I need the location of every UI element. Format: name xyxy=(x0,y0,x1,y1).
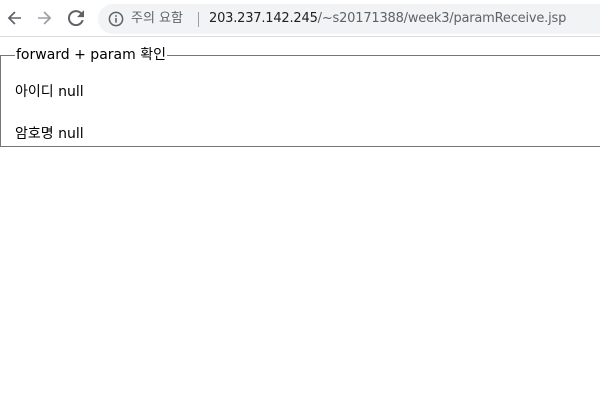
fieldset-legend: forward + param 확인 xyxy=(16,47,166,63)
security-status-label[interactable]: 주의 요함 xyxy=(131,10,183,28)
url-host: 203.237.142.245 xyxy=(209,11,318,26)
password-line: 암호명 null xyxy=(15,125,84,143)
reload-button[interactable] xyxy=(64,6,88,30)
browser-toolbar: 주의 요함 203.237.142.245/~s20171388/week3/p… xyxy=(0,0,600,37)
address-separator xyxy=(198,12,199,27)
address-bar[interactable]: 주의 요함 203.237.142.245/~s20171388/week3/p… xyxy=(98,4,600,34)
id-value: null xyxy=(58,84,84,100)
password-value: null xyxy=(58,126,84,142)
reload-icon xyxy=(68,10,84,26)
arrow-right-icon xyxy=(38,11,52,25)
url-text[interactable]: 203.237.142.245/~s20171388/week3/paramRe… xyxy=(209,10,566,28)
password-label: 암호명 xyxy=(15,126,54,142)
arrow-left-icon xyxy=(7,11,21,25)
forward-button[interactable] xyxy=(32,6,56,30)
param-fieldset: forward + param 확인 아이디 null 암호명 null xyxy=(0,47,600,147)
page-content: forward + param 확인 아이디 null 암호명 null xyxy=(0,37,600,400)
info-circle-icon[interactable] xyxy=(108,11,124,27)
id-line: 아이디 null xyxy=(15,83,84,101)
id-label: 아이디 xyxy=(15,84,54,100)
back-button[interactable] xyxy=(3,6,27,30)
url-path: /~s20171388/week3/paramReceive.jsp xyxy=(317,11,567,26)
